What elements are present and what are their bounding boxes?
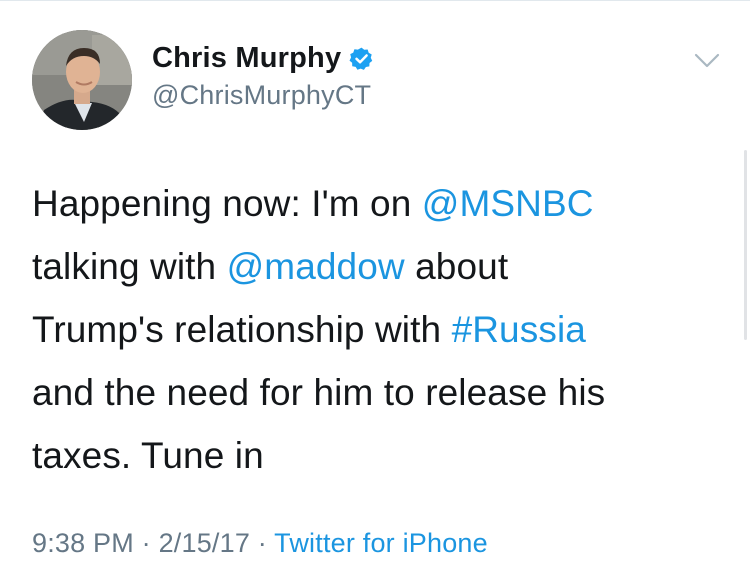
tweet-menu-button[interactable] bbox=[690, 44, 724, 78]
tweet-text-segment: about bbox=[404, 246, 509, 287]
tweet-text: Happening now: I'm on @MSNBC talking wit… bbox=[32, 172, 722, 487]
tweet-detail: Chris Murphy @ChrisMurphyCT Happening no… bbox=[0, 0, 750, 581]
tweet-text-segment: Trump's relationship with bbox=[32, 309, 452, 350]
tweet-text-segment: talking with bbox=[32, 246, 227, 287]
tweet-header: Chris Murphy @ChrisMurphyCT bbox=[32, 30, 732, 130]
meta-separator: · bbox=[133, 528, 159, 558]
author-handle[interactable]: @ChrisMurphyCT bbox=[152, 80, 374, 111]
tweet-metadata: 9:38 PM · 2/15/17 · Twitter for iPhone bbox=[32, 528, 488, 559]
avatar[interactable] bbox=[32, 30, 132, 130]
hashtag-link-russia[interactable]: #Russia bbox=[452, 309, 586, 350]
tweet-text-line: talking with @maddow about bbox=[32, 235, 722, 298]
tweet-text-line: Happening now: I'm on @MSNBC bbox=[32, 172, 722, 235]
meta-separator: · bbox=[250, 528, 275, 558]
tweet-text-segment: taxes. Tune in bbox=[32, 435, 264, 476]
verified-badge-icon bbox=[349, 46, 374, 71]
person-avatar-icon bbox=[32, 30, 132, 130]
tweet-source-link[interactable]: Twitter for iPhone bbox=[274, 528, 488, 558]
tweet-text-segment: and the need for him to release his bbox=[32, 372, 606, 413]
chevron-down-icon bbox=[694, 53, 720, 68]
author-display-name[interactable]: Chris Murphy bbox=[152, 42, 341, 75]
mention-link-maddow[interactable]: @maddow bbox=[227, 246, 405, 287]
mention-link-msnbc[interactable]: @MSNBC bbox=[422, 183, 594, 224]
author-info: Chris Murphy @ChrisMurphyCT bbox=[152, 40, 374, 111]
tweet-text-line: taxes. Tune in bbox=[32, 424, 722, 487]
tweet-time[interactable]: 9:38 PM bbox=[32, 528, 134, 558]
tweet-date[interactable]: 2/15/17 bbox=[159, 528, 250, 558]
tweet-text-line: and the need for him to release his bbox=[32, 361, 722, 424]
tweet-text-line: Trump's relationship with #Russia bbox=[32, 298, 722, 361]
name-row: Chris Murphy bbox=[152, 40, 374, 76]
tweet-text-segment: Happening now: I'm on bbox=[32, 183, 422, 224]
